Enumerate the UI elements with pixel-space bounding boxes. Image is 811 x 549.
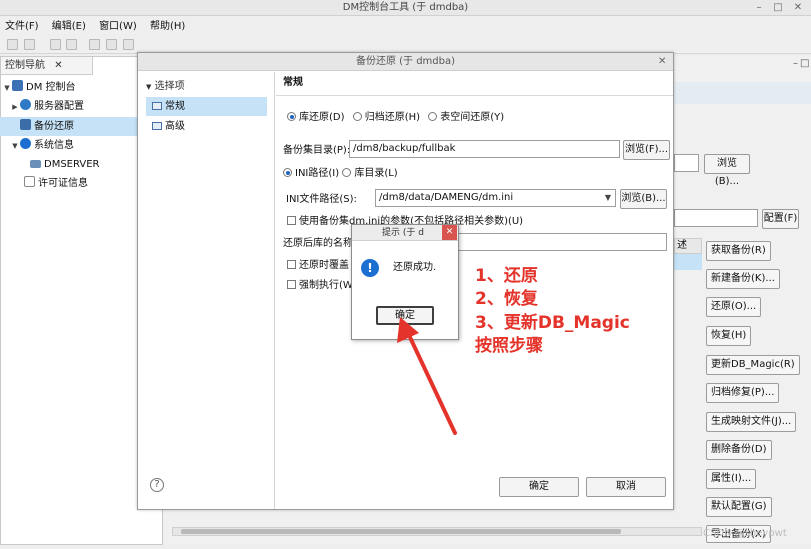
annotation-arrow xyxy=(397,317,457,435)
watermark: CSDN @sbeypwt xyxy=(703,528,787,539)
